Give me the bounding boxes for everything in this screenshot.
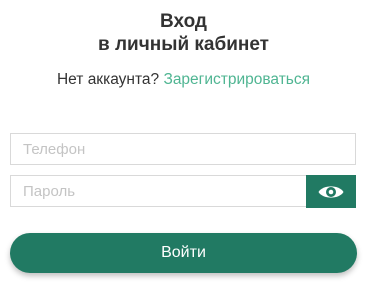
- title-line-1: Вход: [160, 11, 207, 32]
- phone-field-wrapper: [10, 133, 356, 165]
- password-field-wrapper: [10, 175, 356, 208]
- login-button[interactable]: Войти: [10, 233, 357, 273]
- page-title: Вход в личный кабинет: [0, 10, 367, 56]
- register-link[interactable]: Зарегистрироваться: [163, 71, 310, 88]
- signup-prompt: Нет аккаунта? Зарегистрироваться: [0, 70, 367, 90]
- show-password-button[interactable]: [306, 175, 356, 208]
- signup-prompt-text: Нет аккаунта?: [56, 71, 160, 88]
- title-line-2: в личный кабинет: [98, 34, 269, 55]
- eye-icon: [318, 185, 344, 198]
- password-input[interactable]: [11, 176, 309, 206]
- login-form: Вход в личный кабинет Нет аккаунта? Заре…: [0, 0, 367, 291]
- phone-input[interactable]: [11, 134, 355, 164]
